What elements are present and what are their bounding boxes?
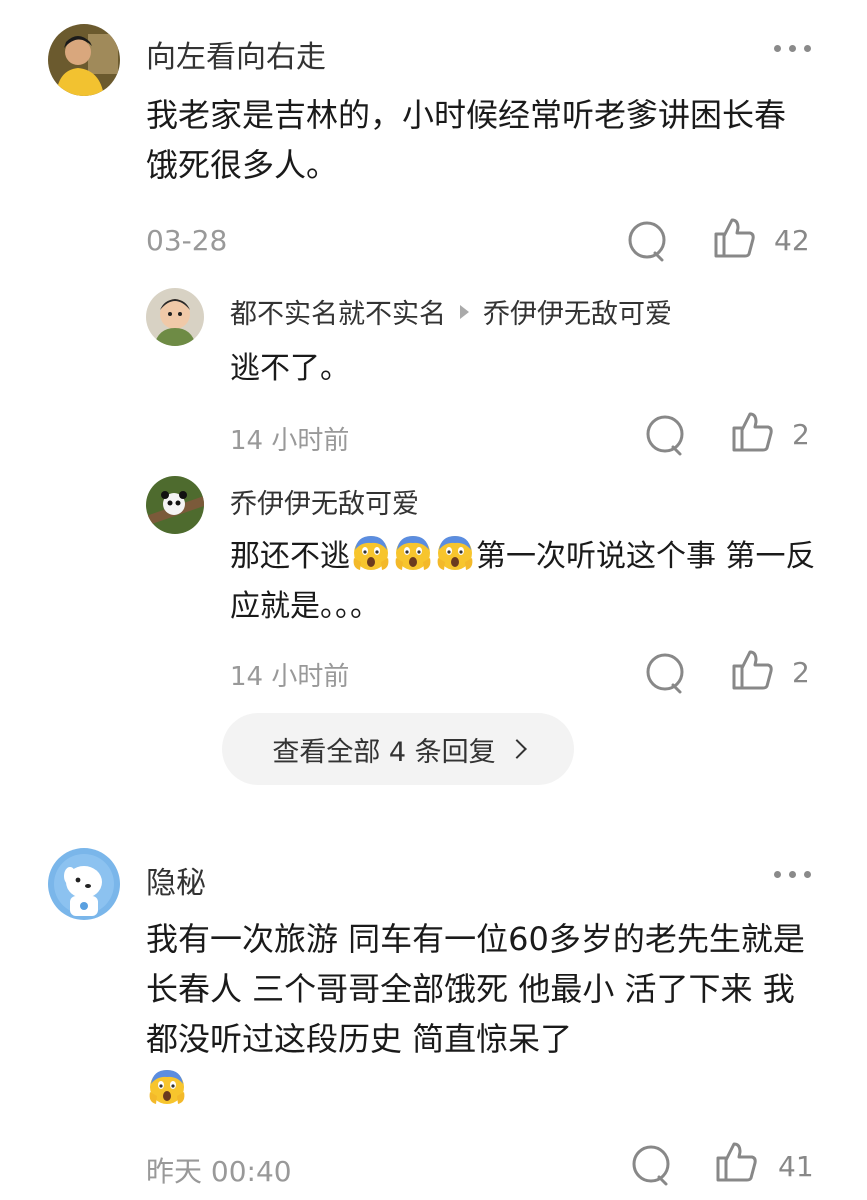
like-count: 41: [778, 1150, 814, 1183]
like-thumb-icon[interactable]: [728, 408, 776, 456]
person-avatar-icon[interactable]: [48, 24, 120, 96]
panda-avatar-icon[interactable]: [146, 476, 204, 534]
chevron-right-icon: [506, 739, 527, 759]
reply-time: 14 小时前: [230, 426, 350, 456]
scream-emoji-icon: [435, 532, 475, 572]
more-options-icon[interactable]: [774, 38, 811, 58]
reply-time: 14 小时前: [230, 662, 350, 692]
view-all-replies-label: 查看全部 4 条回复: [272, 736, 496, 768]
comment-item: 向左看向右走 我老家是吉林的，小时候经常听老爹讲困长春饿死很多人。 03-28 …: [0, 0, 867, 800]
view-all-replies-button[interactable]: 查看全部 4 条回复: [222, 713, 574, 785]
reply-to-user[interactable]: 乔伊伊无敌可爱: [483, 299, 672, 330]
like-count: 42: [774, 224, 810, 257]
comment-text-body: 我有一次旅游 同车有一位60多岁的老先生就是长春人 三个哥哥全部饿死 他最小 活…: [146, 920, 805, 1058]
scream-emoji-icon: [147, 1066, 187, 1106]
reply-comment-icon[interactable]: [624, 218, 670, 264]
reply-comment-icon[interactable]: [642, 650, 688, 696]
scream-emoji-icon: [393, 532, 433, 572]
baby-avatar-icon[interactable]: [146, 288, 204, 346]
reply-username[interactable]: 都不实名就不实名 乔伊伊无敌可爱: [230, 292, 672, 331]
more-options-icon[interactable]: [774, 864, 811, 884]
reply-arrow-icon: [460, 305, 469, 319]
comment-text: 我老家是吉林的，小时候经常听老爹讲困长春饿死很多人。: [146, 96, 787, 184]
comment-time: 03-28: [146, 224, 228, 257]
reply-comment-icon[interactable]: [642, 412, 688, 458]
scream-emoji-icon: [351, 532, 391, 572]
comment-username[interactable]: 向左看向右走: [146, 32, 326, 76]
reply-username[interactable]: 乔伊伊无敌可爱: [230, 482, 419, 521]
like-count: 2: [792, 418, 810, 451]
like-thumb-icon[interactable]: [710, 214, 758, 262]
comment-item: 隐秘 我有一次旅游 同车有一位60多岁的老先生就是长春人 三个哥哥全部饿死 他最…: [0, 820, 867, 1200]
cartoon-dog-avatar-icon[interactable]: [48, 848, 120, 920]
like-count: 2: [792, 656, 810, 689]
comment-username[interactable]: 隐秘: [146, 858, 206, 902]
comment-time: 昨天 00:40: [146, 1155, 292, 1188]
reply-text: 那还不逃 第一次听说这个事 第一反应就是。。。: [230, 532, 816, 632]
like-thumb-icon[interactable]: [728, 646, 776, 694]
comment-text: 我有一次旅游 同车有一位60多岁的老先生就是长春人 三个哥哥全部饿死 他最小 活…: [146, 914, 826, 1114]
reply-text: 逃不了。: [230, 351, 350, 386]
reply-text-part1: 那还不逃: [230, 539, 350, 574]
like-thumb-icon[interactable]: [712, 1138, 760, 1186]
reply-comment-icon[interactable]: [628, 1142, 674, 1188]
reply-author[interactable]: 都不实名就不实名: [230, 299, 446, 330]
